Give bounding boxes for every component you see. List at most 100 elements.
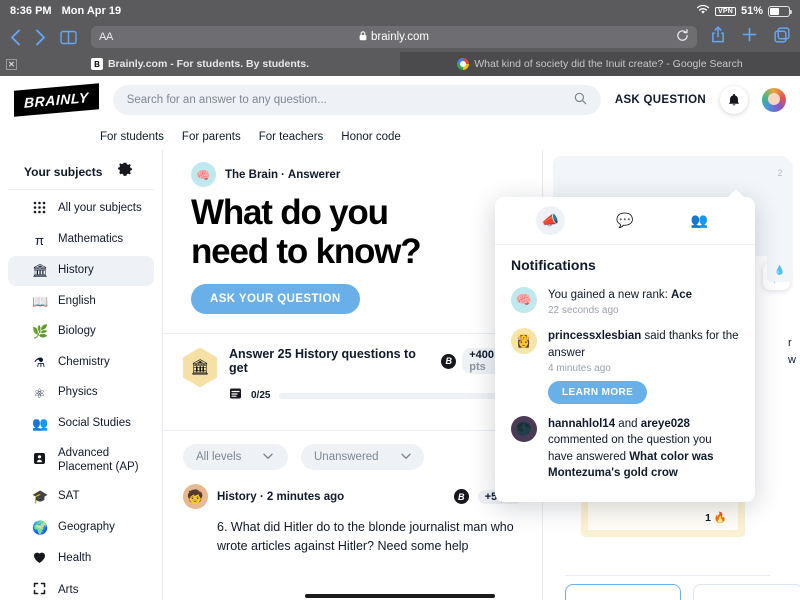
notifications-body: Notifications 🧠 You gained a new rank: A…	[495, 245, 755, 481]
tab-google-search[interactable]: What kind of society did the Inuit creat…	[400, 52, 800, 76]
atom-icon: ⚛	[32, 386, 47, 402]
grid-icon	[32, 201, 47, 218]
sidebar-item-english[interactable]: 📖 English	[8, 287, 154, 317]
filter-status[interactable]: Unanswered	[301, 444, 424, 470]
notification-item[interactable]: 👸 princessxlesbian said thanks for the a…	[511, 328, 739, 404]
book-icon[interactable]	[60, 30, 77, 45]
notification-item[interactable]: 🌑 hannahlol14 and areye028 commented on …	[511, 416, 739, 481]
plus-icon[interactable]	[742, 27, 757, 47]
notification-username: princessxlesbian	[548, 330, 641, 342]
subjects-sidebar: Your subjects All your subjects π Mathem…	[0, 150, 163, 600]
filter-levels[interactable]: All levels	[183, 444, 288, 470]
nav-item-honor-code[interactable]: Honor code	[341, 131, 400, 143]
notifications-tabs: 📣 💬 👥	[495, 197, 755, 245]
notification-joiner: and	[615, 418, 641, 430]
notification-time: 4 minutes ago	[548, 363, 739, 374]
address-bar[interactable]: AA brainly.com	[91, 26, 697, 48]
sidebar-item-all-your-subjects[interactable]: All your subjects	[8, 194, 154, 225]
megaphone-icon[interactable]: 📣	[536, 206, 565, 235]
search-input[interactable]: Search for an answer to any question...	[113, 85, 601, 115]
tab-strip: ✕ B Brainly.com - For students. By stude…	[0, 52, 800, 76]
tab-title: Brainly.com - For students. By students.	[108, 58, 309, 70]
history-pillar-badge: 🏛	[183, 347, 217, 387]
sidebar-item-history[interactable]: 🏛 History	[8, 256, 154, 286]
nav-item-for-students[interactable]: For students	[100, 131, 164, 143]
hero-user-role: Answerer	[288, 169, 340, 181]
challenge-card: 🏛 Answer 25 History questions to get B +…	[163, 334, 542, 415]
sidebar-item-label: Advanced Placement (AP)	[58, 447, 144, 475]
truncated-side-text: rw	[788, 335, 796, 368]
sidebar-item-arts[interactable]: Arts	[8, 575, 154, 600]
sidebar-item-label: History	[58, 264, 94, 278]
bottom-secondary-button[interactable]	[693, 584, 800, 600]
share-icon[interactable]	[711, 26, 725, 48]
frame-icon	[32, 582, 47, 599]
reaction-side-strip[interactable]: 2 💧	[767, 162, 793, 282]
notification-username-a: hannahlol14	[548, 418, 615, 430]
filter-label: Unanswered	[314, 451, 379, 463]
sidebar-item-biology[interactable]: 🌿 Biology	[8, 317, 154, 347]
tab-brainly[interactable]: ✕ B Brainly.com - For students. By stude…	[0, 52, 400, 76]
sidebar-item-label: Mathematics	[58, 233, 123, 247]
sidebar-item-chemistry[interactable]: ⚗ Chemistry	[8, 348, 154, 378]
sidebar-item-label: Chemistry	[58, 356, 110, 370]
sidebar-item-sat[interactable]: 🎓 SAT	[8, 482, 154, 512]
divider	[565, 575, 770, 576]
brainly-logo[interactable]: BRAINLY	[14, 83, 99, 116]
back-chevron-icon[interactable]	[10, 29, 21, 46]
tabs-icon[interactable]	[774, 27, 790, 48]
avatar[interactable]	[762, 88, 786, 112]
people-icon[interactable]: 👥	[685, 206, 714, 235]
bottom-primary-button[interactable]	[565, 584, 681, 600]
princess-avatar: 👸	[511, 328, 537, 354]
status-bar-left: 8:36 PM Mon Apr 19	[10, 5, 121, 17]
notification-text: You gained a new rank: Ace	[548, 287, 692, 303]
chevron-down-icon	[401, 451, 411, 463]
progress-bar	[279, 393, 497, 399]
web-page: BRAINLY Search for an answer to any ques…	[0, 76, 800, 600]
sidebar-item-geography[interactable]: 🌍 Geography	[8, 513, 154, 543]
sidebar-item-advanced-placement[interactable]: Advanced Placement (AP)	[8, 440, 154, 482]
question-separator: ·	[260, 491, 264, 503]
pi-icon: π	[32, 233, 47, 249]
question-list-item[interactable]: 🧒 History · 2 minutes ago B +5 pts 6. Wh…	[163, 478, 542, 554]
brain-avatar: 🧠	[511, 287, 537, 313]
notification-item[interactable]: 🧠 You gained a new rank: Ace 22 seconds …	[511, 287, 739, 316]
address-bar-text: brainly.com	[371, 31, 429, 43]
nav-item-for-parents[interactable]: For parents	[182, 131, 241, 143]
filter-row: All levels Unanswered	[163, 431, 542, 478]
site-header: BRAINLY Search for an answer to any ques…	[0, 76, 800, 124]
fun-fact-reaction[interactable]: 1 🔥	[599, 511, 727, 524]
brain-avatar: 🧠	[191, 162, 216, 187]
text-size-icon[interactable]: AA	[99, 31, 113, 43]
ask-your-question-button[interactable]: ASK YOUR QUESTION	[191, 284, 360, 314]
globe-icon: 🌍	[32, 520, 47, 536]
sidebar-item-label: Geography	[58, 521, 115, 535]
close-icon[interactable]: ✕	[6, 59, 17, 70]
gear-icon[interactable]	[118, 162, 132, 181]
fire-icon: 🔥	[714, 512, 727, 524]
ask-question-button[interactable]: ASK QUESTION	[615, 94, 706, 106]
sidebar-item-mathematics[interactable]: π Mathematics	[8, 226, 154, 256]
nav-item-for-teachers[interactable]: For teachers	[259, 131, 324, 143]
question-subject: History	[217, 491, 257, 503]
reload-icon[interactable]	[676, 29, 689, 45]
sidebar-item-physics[interactable]: ⚛ Physics	[8, 379, 154, 409]
sidebar-item-label: Physics	[58, 386, 98, 400]
page-title: What do you need to know?	[191, 193, 514, 271]
status-bar-time: 8:36 PM	[10, 5, 52, 17]
notification-text: hannahlol14 and areye028 commented on th…	[548, 416, 739, 481]
sidebar-item-health[interactable]: Health	[8, 544, 154, 575]
forward-chevron-icon[interactable]	[35, 29, 46, 46]
learn-more-button[interactable]: LEARN MORE	[548, 381, 647, 404]
list-icon	[229, 387, 242, 405]
bell-icon[interactable]	[720, 86, 748, 114]
points-coin-icon: B	[454, 489, 469, 504]
chat-bubble-icon[interactable]: 💬	[610, 206, 639, 235]
google-favicon	[457, 58, 469, 70]
search-icon[interactable]	[574, 92, 587, 108]
sidebar-item-social-studies[interactable]: 👥 Social Studies	[8, 409, 154, 439]
chevron-down-icon	[263, 451, 273, 463]
sidebar-item-label: Arts	[58, 584, 78, 598]
tab-title: What kind of society did the Inuit creat…	[474, 58, 742, 70]
